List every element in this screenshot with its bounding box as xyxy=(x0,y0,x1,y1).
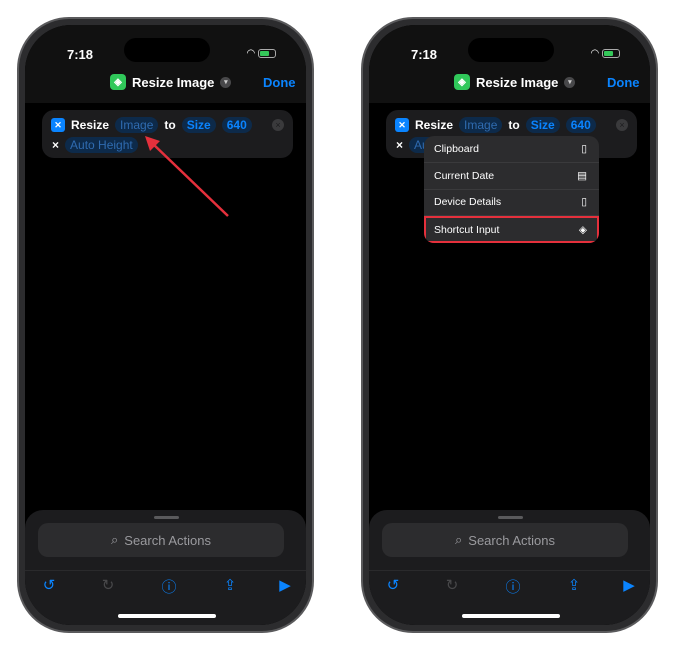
menu-item-device-details[interactable]: Device Details ▯ xyxy=(424,190,599,217)
done-button[interactable]: Done xyxy=(607,75,640,90)
info-icon[interactable]: ⓘ xyxy=(502,576,524,597)
screen: 7:18 ◠ ◈ Resize Image ▾ Done ✕ Resize Imag… xyxy=(369,25,650,625)
times-sign: × xyxy=(396,138,404,152)
home-indicator xyxy=(462,614,560,618)
phone-right: 7:18 ◠ ◈ Resize Image ▾ Done ✕ Resize Imag… xyxy=(361,17,658,633)
clipboard-icon: ▯ xyxy=(581,142,587,155)
menu-item-current-date[interactable]: Current Date ▤ xyxy=(424,163,599,190)
shortcut-title[interactable]: ◈ Resize Image ▾ xyxy=(454,74,576,90)
search-placeholder: Search Actions xyxy=(468,532,555,548)
share-icon[interactable]: ⇪ xyxy=(563,576,585,594)
menu-label: Clipboard xyxy=(434,142,479,155)
menu-label: Current Date xyxy=(434,169,495,182)
title-text: Resize Image xyxy=(476,74,559,90)
image-token[interactable]: Image xyxy=(459,117,503,133)
nav-header xyxy=(369,25,650,103)
action-verb: Resize xyxy=(415,118,454,132)
calendar-icon: ▤ xyxy=(577,169,587,182)
width-token[interactable]: 640 xyxy=(565,117,596,133)
shortcut-icon: ◈ xyxy=(454,74,470,90)
battery-icon xyxy=(602,48,620,58)
dynamic-island xyxy=(468,38,554,62)
status-icons: ◠ xyxy=(590,48,620,59)
menu-item-clipboard[interactable]: Clipboard ▯ xyxy=(424,136,599,163)
phone-icon: ▯ xyxy=(581,196,587,209)
status-time: 7:18 xyxy=(411,47,438,62)
connector-text: to xyxy=(508,118,520,132)
divider xyxy=(369,570,650,571)
bottom-sheet: ⌕ Search Actions ↺ ↻ ⓘ ⇪ ▶ xyxy=(369,510,650,625)
menu-item-shortcut-input[interactable]: Shortcut Input ◈ xyxy=(424,216,599,243)
sheet-grabber[interactable] xyxy=(498,516,523,519)
search-icon: ⌕ xyxy=(455,532,463,547)
resize-icon: ✕ xyxy=(395,118,409,132)
redo-icon[interactable]: ↻ xyxy=(441,576,463,594)
search-actions-input[interactable]: ⌕ Search Actions xyxy=(382,523,628,557)
remove-action-icon[interactable]: × xyxy=(616,119,628,131)
chevron-down-icon[interactable]: ▾ xyxy=(564,76,576,88)
size-token[interactable]: Size xyxy=(525,117,560,133)
play-icon[interactable]: ▶ xyxy=(618,576,640,594)
menu-label: Shortcut Input xyxy=(434,223,500,236)
layers-icon: ◈ xyxy=(578,223,587,236)
variable-menu: Clipboard ▯ Current Date ▤ Device Details ▯… xyxy=(424,136,599,243)
menu-label: Device Details xyxy=(434,196,502,209)
undo-icon[interactable]: ↺ xyxy=(382,576,404,594)
wifi-icon: ◠ xyxy=(590,48,600,59)
